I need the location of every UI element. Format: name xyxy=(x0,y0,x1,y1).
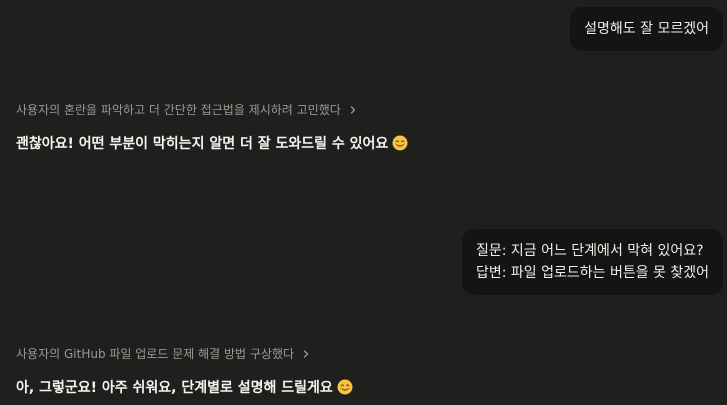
user-message-line: 질문: 지금 어느 단계에서 막혀 있어요? xyxy=(475,243,704,259)
chat-transcript: 설명해도 잘 모르겠어 사용자의 혼란을 파악하고 더 간단한 접근법을 제시하… xyxy=(0,0,727,405)
assistant-message: 괜찮아요! 어떤 부분이 막히는지 알면 더 잘 도와드릴 수 있어요 xyxy=(16,133,408,155)
thinking-summary-text: 사용자의 GitHub 파일 업로드 문제 해결 방법 구상했다 xyxy=(16,347,295,361)
user-message-bubble: 설명해도 잘 모르겠어 xyxy=(570,7,723,51)
user-message-bubble: 질문: 지금 어느 단계에서 막혀 있어요? 답변: 파일 업로드하는 버튼을 … xyxy=(461,229,723,295)
thinking-summary-toggle[interactable]: 사용자의 혼란을 파악하고 더 간단한 접근법을 제시하려 고민했다 xyxy=(16,101,359,119)
user-message-text: 설명해도 잘 모르겠어 xyxy=(584,21,709,37)
thinking-summary-text: 사용자의 혼란을 파악하고 더 간단한 접근법을 제시하려 고민했다 xyxy=(16,103,341,117)
assistant-message-text: 아, 그렇군요! 아주 쉬워요, 단계별로 설명해 드릴게요 xyxy=(16,380,333,396)
assistant-message: 아, 그렇군요! 아주 쉬워요, 단계별로 설명해 드릴게요 xyxy=(16,377,353,399)
thinking-summary-toggle[interactable]: 사용자의 GitHub 파일 업로드 문제 해결 방법 구상했다 xyxy=(16,345,312,363)
smiling-face-icon xyxy=(392,135,408,151)
smiling-face-icon xyxy=(337,379,353,395)
assistant-message-text: 괜찮아요! 어떤 부분이 막히는지 알면 더 잘 도와드릴 수 있어요 xyxy=(16,136,389,152)
user-message-line: 답변: 파일 업로드하는 버튼을 못 찾겠어 xyxy=(475,265,709,281)
chevron-right-icon xyxy=(300,348,312,360)
chevron-right-icon xyxy=(347,104,359,116)
